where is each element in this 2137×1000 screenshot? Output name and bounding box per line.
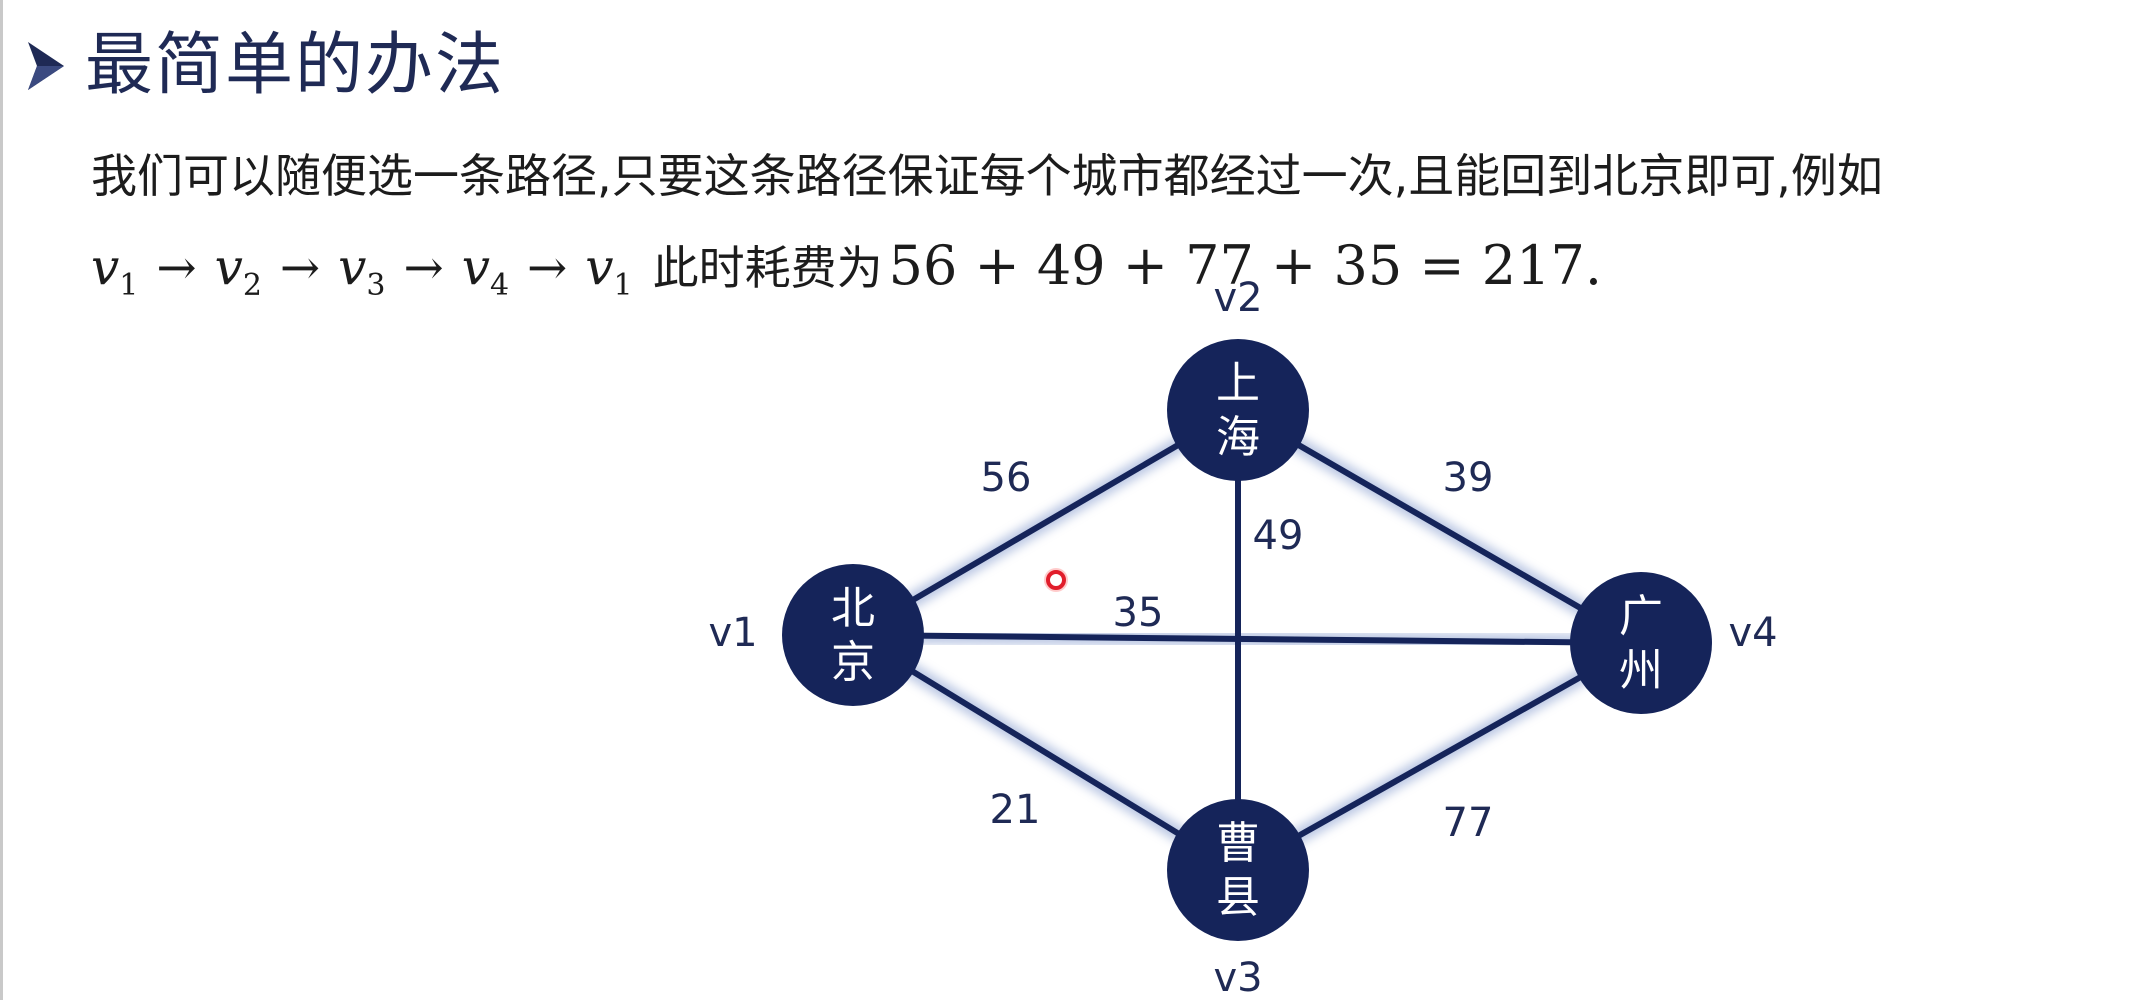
node-vlabel-v2: v2	[1213, 275, 1262, 321]
laser-pointer-dot	[1046, 570, 1066, 590]
slide: 最简单的办法 我们可以随便选一条路径,只要这条路径保证每个城市都经过一次,且能回…	[0, 0, 2137, 1000]
edge-weight-v2-v3: 49	[1253, 513, 1304, 559]
node-name-v1-line1: 北	[831, 583, 875, 634]
edge-weight-v2-v4: 39	[1443, 455, 1494, 501]
node-name-v2-line2: 海	[1216, 412, 1260, 463]
edge-weight-v3-v4: 77	[1443, 800, 1494, 846]
edge-weight-v1-v3: 21	[990, 787, 1041, 833]
laser-pointer	[1044, 568, 1068, 592]
node-name-v4-line1: 广	[1619, 591, 1663, 642]
edge-weight-v1-v2: 56	[981, 455, 1032, 501]
node-name-v1-line2: 京	[831, 637, 875, 688]
node-name-v3-line1: 曹	[1216, 818, 1260, 869]
node-name-v4-line2: 州	[1619, 645, 1663, 696]
edge-weight-v1-v4: 35	[1113, 590, 1164, 636]
node-vlabel-v1: v1	[708, 610, 757, 656]
city-graph: 北京 上海曹县 广州 56 39 49 35 21 77 v1 v2 v3 v4	[708, 275, 1777, 1000]
node-vlabel-v4: v4	[1728, 610, 1777, 656]
node-name-v3-line2: 县	[1216, 872, 1260, 923]
node-vlabel-v3: v3	[1213, 955, 1262, 1000]
node-name-v2-line1: 上	[1216, 358, 1260, 409]
